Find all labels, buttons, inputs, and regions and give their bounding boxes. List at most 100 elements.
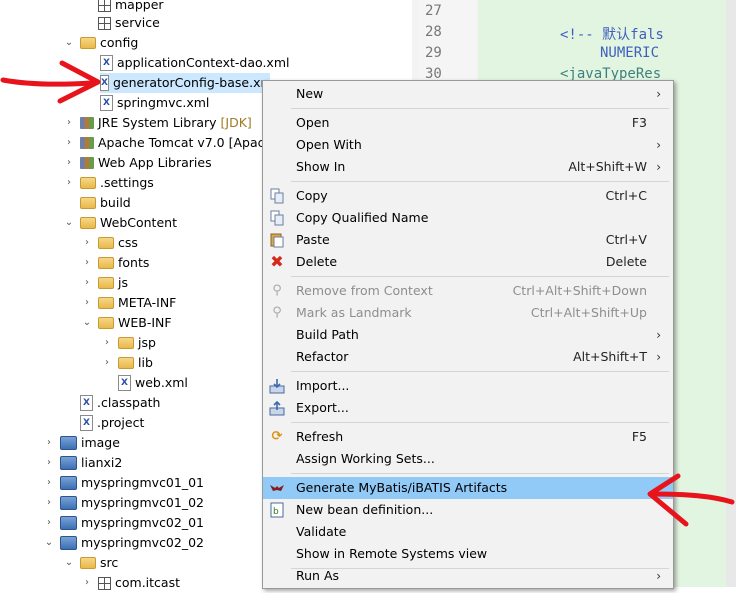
xml-file-icon: X (80, 395, 93, 411)
tree-item-lianxi2[interactable]: › lianxi2 (42, 453, 122, 473)
submenu-arrow-icon: › (656, 350, 661, 364)
menu-item-open-with[interactable]: Open With › (263, 134, 673, 156)
menu-item-run-as[interactable]: Run As › (263, 565, 673, 587)
tree-item-image[interactable]: › image (42, 433, 120, 453)
tree-item-build[interactable]: build (80, 193, 131, 213)
chevron-right-icon[interactable]: › (42, 433, 56, 453)
code-line-comment: NUMERIC (600, 45, 660, 61)
chevron-right-icon[interactable]: › (100, 333, 114, 353)
chevron-right-icon[interactable]: › (42, 513, 56, 533)
menu-separator (291, 276, 669, 277)
chevron-right-icon[interactable]: › (62, 113, 76, 133)
menu-item-show-in[interactable]: Show In Alt+Shift+W › (263, 156, 673, 178)
tree-item-jsp[interactable]: › jsp (100, 333, 156, 353)
menu-item-refactor[interactable]: Refactor Alt+Shift+T › (263, 346, 673, 368)
menu-item-assign-working-sets[interactable]: Assign Working Sets... (263, 448, 673, 470)
chevron-right-icon[interactable]: › (42, 493, 56, 513)
menu-item-export[interactable]: Export... (263, 397, 673, 419)
menu-item-refresh[interactable]: ⟳ Refresh F5 (263, 426, 673, 448)
tree-item-web-inf[interactable]: ⌄ WEB-INF (80, 313, 172, 333)
tree-item-css[interactable]: › css (80, 233, 138, 253)
tree-item-myspringmvc01-01[interactable]: › myspringmvc01_01 (42, 473, 204, 493)
landmark-icon: ⚲ (272, 305, 282, 320)
folder-icon (80, 197, 96, 209)
menu-item-open[interactable]: Open F3 (263, 112, 673, 134)
menu-item-new[interactable]: New › (263, 83, 673, 105)
menu-item-copy-qualified-name[interactable]: Copy Qualified Name (263, 207, 673, 229)
chevron-right-icon[interactable]: › (42, 473, 56, 493)
mybatis-bird-icon (269, 480, 285, 496)
menu-item-build-path[interactable]: Build Path › (263, 324, 673, 346)
code-line-comment: <!-- 默认fals (560, 27, 664, 43)
tree-item-generatorconfig-base[interactable]: X generatorConfig-base.xml (100, 73, 270, 93)
menu-item-new-bean-definition[interactable]: b New bean definition... (263, 499, 673, 521)
project-icon (60, 496, 77, 510)
tree-item-settings[interactable]: › .settings (62, 173, 154, 193)
folder-icon (98, 257, 114, 269)
annotation-arrow-left (0, 60, 101, 104)
menu-item-show-in-remote-systems[interactable]: Show in Remote Systems view (263, 543, 673, 565)
chevron-down-icon[interactable]: ⌄ (42, 533, 56, 553)
tree-item-myspringmvc02-01[interactable]: › myspringmvc02_01 (42, 513, 204, 533)
project-icon (60, 476, 77, 490)
copy-icon (269, 188, 285, 204)
chevron-right-icon[interactable]: › (62, 133, 76, 153)
tree-item-js[interactable]: › js (80, 273, 128, 293)
line-number: 27 (425, 3, 442, 19)
menu-item-remove-from-context[interactable]: ⚲ Remove from Context Ctrl+Alt+Shift+Dow… (263, 280, 673, 302)
chevron-right-icon[interactable]: › (42, 453, 56, 473)
submenu-arrow-icon: › (656, 328, 661, 342)
tree-item-jre-system-library[interactable]: › JRE System Library [JDK] (62, 113, 252, 133)
library-icon (80, 137, 94, 149)
folder-icon (118, 357, 134, 369)
tree-item-web-xml[interactable]: X web.xml (118, 373, 188, 393)
tree-item-myspringmvc02-02[interactable]: ⌄ myspringmvc02_02 (42, 533, 204, 553)
package-icon (98, 16, 111, 30)
chevron-right-icon[interactable]: › (80, 273, 94, 293)
tree-item-service[interactable]: service (98, 13, 160, 33)
chevron-right-icon[interactable]: › (80, 293, 94, 313)
tree-item-com-itcast[interactable]: › com.itcast (80, 573, 180, 593)
package-icon (98, 0, 111, 12)
chevron-right-icon[interactable]: › (80, 573, 94, 593)
submenu-arrow-icon: › (656, 160, 661, 174)
line-number: 28 (425, 24, 442, 40)
folder-icon (98, 317, 114, 329)
menu-item-paste[interactable]: Paste Ctrl+V (263, 229, 673, 251)
folder-icon (98, 297, 114, 309)
menu-item-delete[interactable]: ✖ Delete Delete (263, 251, 673, 273)
chevron-right-icon[interactable]: › (100, 353, 114, 373)
chevron-right-icon[interactable]: › (80, 253, 94, 273)
chevron-right-icon[interactable]: › (62, 173, 76, 193)
tree-item-project[interactable]: X .project (80, 413, 144, 433)
menu-item-copy[interactable]: Copy Ctrl+C (263, 185, 673, 207)
folder-icon (80, 177, 96, 189)
chevron-down-icon[interactable]: ⌄ (80, 313, 94, 333)
tree-item-myspringmvc01-02[interactable]: › myspringmvc01_02 (42, 493, 204, 513)
delete-icon: ✖ (270, 252, 284, 271)
tree-item-web-app-libraries[interactable]: › Web App Libraries (62, 153, 212, 173)
tree-item-config[interactable]: ⌄ config (62, 33, 138, 53)
menu-item-generate-mybatis-artifacts[interactable]: Generate MyBatis/iBATIS Artifacts (263, 477, 673, 499)
annotation-arrow-right (647, 473, 735, 527)
export-icon (269, 400, 285, 416)
tree-item-meta-inf[interactable]: › META-INF (80, 293, 176, 313)
copy-qualified-name-icon (269, 210, 285, 226)
tree-item-applicationcontext-dao[interactable]: X applicationContext-dao.xml (100, 53, 289, 73)
tree-item-lib[interactable]: › lib (100, 353, 153, 373)
menu-item-mark-as-landmark[interactable]: ⚲ Mark as Landmark Ctrl+Alt+Shift+Up (263, 302, 673, 324)
tree-item-apache-tomcat[interactable]: › Apache Tomcat v7.0 [Apache (62, 133, 280, 153)
chevron-down-icon[interactable]: ⌄ (62, 33, 76, 53)
menu-item-validate[interactable]: Validate (263, 521, 673, 543)
menu-item-import[interactable]: Import... (263, 375, 673, 397)
tree-item-src[interactable]: ⌄ src (62, 553, 118, 573)
tree-item-fonts[interactable]: › fonts (80, 253, 149, 273)
chevron-down-icon[interactable]: ⌄ (62, 213, 76, 233)
tree-item-classpath[interactable]: X .classpath (80, 393, 160, 413)
chevron-right-icon[interactable]: › (80, 233, 94, 253)
menu-separator (291, 422, 669, 423)
chevron-down-icon[interactable]: ⌄ (62, 553, 76, 573)
tree-item-webcontent[interactable]: ⌄ WebContent (62, 213, 177, 233)
chevron-right-icon[interactable]: › (62, 153, 76, 173)
package-icon (98, 576, 111, 590)
